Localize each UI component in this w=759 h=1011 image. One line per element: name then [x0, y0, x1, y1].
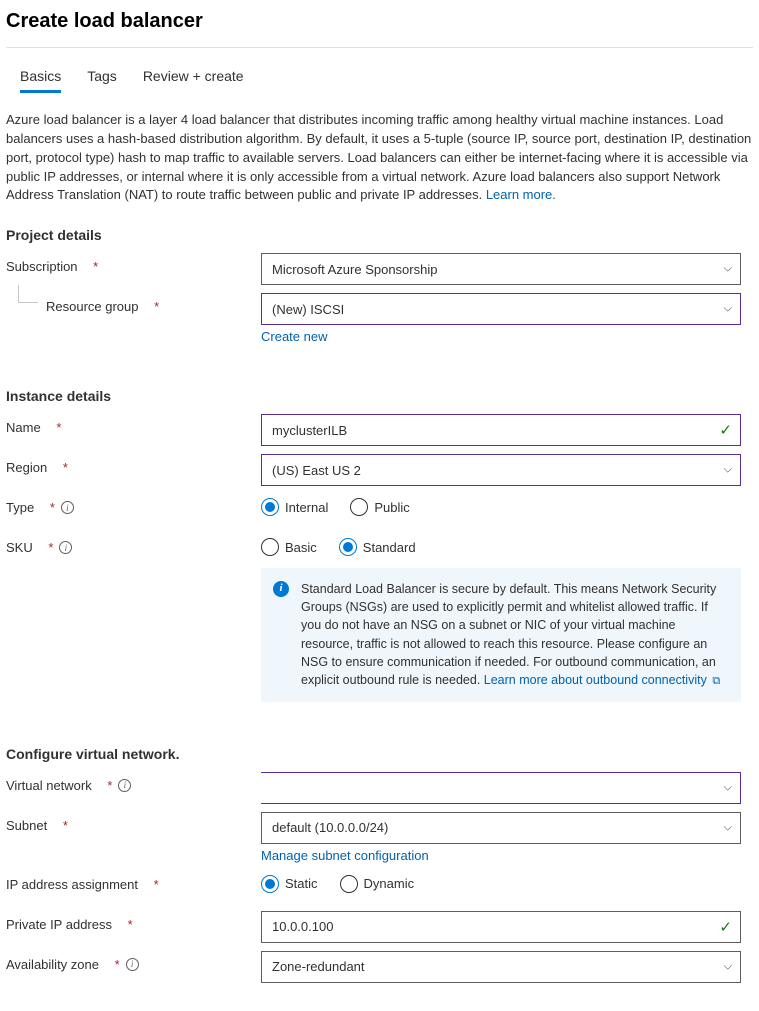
- required-marker: *: [56, 420, 61, 435]
- check-icon: ✓: [719, 421, 732, 439]
- virtual-network-select[interactable]: ⌵: [261, 772, 741, 804]
- radio-circle-icon: [261, 498, 279, 516]
- resource-group-select[interactable]: (New) ISCSI ⌵: [261, 293, 741, 325]
- label-ip-assignment: IP address assignment *: [6, 871, 261, 892]
- tab-basics[interactable]: Basics: [20, 68, 61, 93]
- label-name-text: Name: [6, 420, 41, 435]
- tab-review-create[interactable]: Review + create: [143, 68, 244, 93]
- section-project-details: Project details: [6, 227, 753, 243]
- required-marker: *: [93, 259, 98, 274]
- label-type: Type * i: [6, 494, 261, 515]
- tab-tags[interactable]: Tags: [87, 68, 117, 93]
- resource-group-value: (New) ISCSI: [272, 302, 344, 317]
- subscription-select[interactable]: Microsoft Azure Sponsorship ⌵: [261, 253, 741, 285]
- label-resource-group-text: Resource group: [46, 299, 139, 314]
- name-input[interactable]: myclusterILB ✓: [261, 414, 741, 446]
- label-type-text: Type: [6, 500, 34, 515]
- label-virtual-network: Virtual network * i: [6, 772, 261, 793]
- info-icon[interactable]: i: [118, 779, 131, 792]
- create-new-link[interactable]: Create new: [261, 329, 327, 344]
- radio-label-public: Public: [374, 500, 409, 515]
- radio-circle-icon: [350, 498, 368, 516]
- label-name: Name *: [6, 414, 261, 435]
- label-subscription-text: Subscription: [6, 259, 78, 274]
- radio-label-basic: Basic: [285, 540, 317, 555]
- info-icon[interactable]: i: [126, 958, 139, 971]
- type-radio-group: Internal Public: [261, 494, 741, 516]
- divider: [6, 47, 753, 48]
- outbound-learn-more-link[interactable]: Learn more about outbound connectivity ⧉: [484, 673, 720, 687]
- radio-sku-standard[interactable]: Standard: [339, 538, 416, 556]
- radio-circle-icon: [261, 875, 279, 893]
- label-subnet: Subnet *: [6, 812, 261, 833]
- intro-text-body: Azure load balancer is a layer 4 load ba…: [6, 112, 751, 202]
- radio-circle-icon: [339, 538, 357, 556]
- outbound-learn-text: Learn more about outbound connectivity: [484, 673, 707, 687]
- chevron-down-icon: ⌵: [724, 781, 732, 794]
- info-icon[interactable]: i: [61, 501, 74, 514]
- label-private-ip: Private IP address *: [6, 911, 261, 932]
- sku-info-box: i Standard Load Balancer is secure by de…: [261, 568, 741, 702]
- external-link-icon: ⧉: [712, 675, 720, 687]
- subnet-select[interactable]: default (10.0.0.0/24) ⌵: [261, 812, 741, 844]
- radio-label-dynamic: Dynamic: [364, 876, 415, 891]
- subscription-value: Microsoft Azure Sponsorship: [272, 262, 437, 277]
- label-availability-zone: Availability zone * i: [6, 951, 261, 972]
- radio-circle-icon: [261, 538, 279, 556]
- chevron-down-icon: ⌵: [724, 303, 732, 316]
- radio-ip-static[interactable]: Static: [261, 875, 318, 893]
- region-select[interactable]: (US) East US 2 ⌵: [261, 454, 741, 486]
- label-subnet-text: Subnet: [6, 818, 47, 833]
- radio-ip-dynamic[interactable]: Dynamic: [340, 875, 415, 893]
- radio-label-internal: Internal: [285, 500, 328, 515]
- learn-more-link[interactable]: Learn more.: [486, 187, 556, 202]
- chevron-down-icon: ⌵: [724, 464, 732, 477]
- info-icon[interactable]: i: [59, 541, 72, 554]
- info-box-text: Standard Load Balancer is secure by defa…: [301, 582, 716, 687]
- page-title: Create load balancer: [6, 10, 753, 33]
- radio-type-internal[interactable]: Internal: [261, 498, 328, 516]
- section-configure-vnet: Configure virtual network.: [6, 746, 753, 762]
- radio-label-static: Static: [285, 876, 318, 891]
- required-marker: *: [63, 460, 68, 475]
- ip-assignment-radio-group: Static Dynamic: [261, 871, 741, 893]
- tabs: Basics Tags Review + create: [6, 68, 753, 93]
- label-region: Region *: [6, 454, 261, 475]
- chevron-down-icon: ⌵: [724, 960, 732, 973]
- required-marker: *: [154, 299, 159, 314]
- availability-zone-value: Zone-redundant: [272, 959, 365, 974]
- radio-label-standard: Standard: [363, 540, 416, 555]
- intro-text: Azure load balancer is a layer 4 load ba…: [6, 111, 753, 205]
- availability-zone-select[interactable]: Zone-redundant ⌵: [261, 951, 741, 983]
- required-marker: *: [115, 957, 120, 972]
- chevron-down-icon: ⌵: [724, 263, 732, 276]
- label-virtual-network-text: Virtual network: [6, 778, 92, 793]
- radio-circle-icon: [340, 875, 358, 893]
- label-sku-text: SKU: [6, 540, 33, 555]
- required-marker: *: [63, 818, 68, 833]
- label-ip-assignment-text: IP address assignment: [6, 877, 138, 892]
- label-subscription: Subscription *: [6, 253, 261, 274]
- region-value: (US) East US 2: [272, 463, 361, 478]
- manage-subnet-link[interactable]: Manage subnet configuration: [261, 848, 429, 863]
- name-value: myclusterILB: [272, 423, 347, 438]
- info-icon: i: [273, 581, 289, 597]
- section-instance-details: Instance details: [6, 388, 753, 404]
- required-marker: *: [128, 917, 133, 932]
- label-sku: SKU * i: [6, 534, 261, 555]
- tree-line-icon: [18, 285, 38, 303]
- radio-type-public[interactable]: Public: [350, 498, 409, 516]
- chevron-down-icon: ⌵: [724, 821, 732, 834]
- required-marker: *: [107, 778, 112, 793]
- radio-sku-basic[interactable]: Basic: [261, 538, 317, 556]
- subnet-value: default (10.0.0.0/24): [272, 820, 388, 835]
- sku-radio-group: Basic Standard: [261, 534, 741, 556]
- label-resource-group: Resource group *: [6, 293, 261, 314]
- required-marker: *: [154, 877, 159, 892]
- required-marker: *: [50, 500, 55, 515]
- required-marker: *: [48, 540, 53, 555]
- label-region-text: Region: [6, 460, 47, 475]
- label-availability-zone-text: Availability zone: [6, 957, 99, 972]
- label-private-ip-text: Private IP address: [6, 917, 112, 932]
